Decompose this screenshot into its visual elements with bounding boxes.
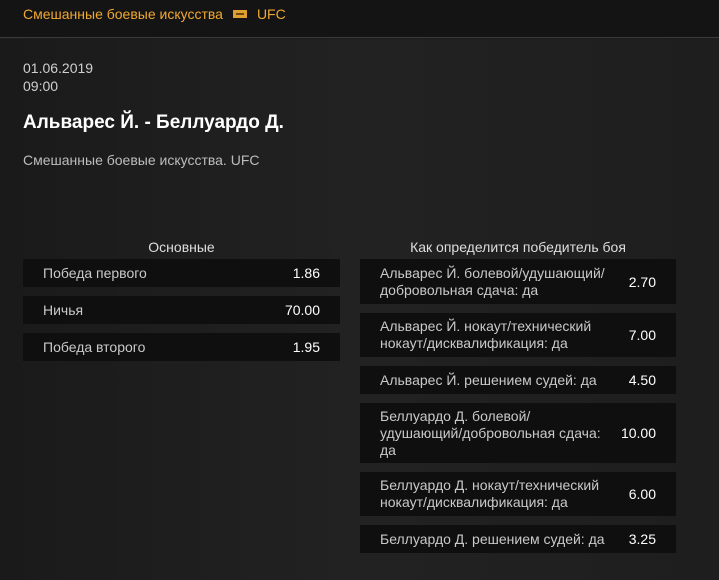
- odds-row[interactable]: Победа второго 1.95: [23, 333, 340, 361]
- odds-value: 1.95: [292, 339, 320, 355]
- market-main: Основные Победа первого 1.86 Ничья 70.00…: [23, 239, 340, 370]
- odds-row[interactable]: Беллуардо Д. решением судей: да 3.25: [360, 525, 676, 553]
- outcome-label: Беллуардо Д. болевой/ удушающий/добровол…: [380, 407, 601, 458]
- odds-value: 6.00: [628, 486, 656, 502]
- odds-value: 70.00: [284, 302, 320, 318]
- odds-row[interactable]: Альварес Й. болевой/удушающий/ доброволь…: [360, 259, 676, 304]
- odds-row[interactable]: Альварес Й. нокаут/технический нокаут/ди…: [360, 313, 676, 357]
- event-subtitle: Смешанные боевые искусства. UFC: [23, 152, 260, 168]
- breadcrumb-sport[interactable]: Смешанные боевые искусства: [23, 6, 223, 22]
- outcome-label: Ничья: [43, 301, 84, 318]
- odds-value: 2.70: [628, 273, 656, 290]
- outcome-label: Беллуардо Д. нокаут/технический нокаут/д…: [380, 477, 600, 510]
- event-date: 01.06.2019: [23, 60, 94, 76]
- market-title: Как определится победитель боя: [410, 239, 626, 255]
- odds-value: 10.00: [620, 425, 656, 441]
- odds-row[interactable]: Альварес Й. решением судей: да 4.50: [360, 366, 676, 394]
- event-title: Альварес Й. - Беллуардо Д.: [23, 112, 284, 133]
- market-title: Основные: [148, 239, 215, 255]
- odds-row[interactable]: Беллуардо Д. болевой/ удушающий/добровол…: [360, 403, 676, 463]
- outcome-label: Альварес Й. нокаут/технический нокаут/ди…: [380, 318, 592, 351]
- event-panel: 01.06.2019 09:00 Альварес Й. - Беллуардо…: [0, 39, 719, 580]
- odds-value: 3.25: [628, 531, 656, 547]
- event-datetime: 01.06.2019 09:00: [23, 59, 93, 95]
- odds-row[interactable]: Ничья 70.00: [23, 296, 340, 324]
- market-method-of-victory: Как определится победитель боя Альварес …: [360, 239, 676, 562]
- odds-value: 1.86: [292, 265, 320, 281]
- outcome-label: Победа второго: [43, 338, 146, 355]
- breadcrumb-league[interactable]: UFC: [257, 6, 286, 22]
- odds-row[interactable]: Победа первого 1.86: [23, 259, 340, 287]
- event-time: 09:00: [23, 78, 59, 94]
- odds-value: 7.00: [628, 327, 656, 343]
- top-bar: Смешанные боевые искусства UFC: [0, 0, 719, 38]
- mma-flag-icon: [232, 10, 247, 18]
- odds-value: 4.50: [628, 372, 656, 388]
- breadcrumb: Смешанные боевые искусства UFC: [23, 6, 286, 22]
- outcome-label: Победа первого: [43, 264, 147, 281]
- outcome-label: Альварес Й. решением судей: да: [380, 371, 597, 388]
- outcome-label: Альварес Й. болевой/удушающий/ доброволь…: [380, 264, 605, 298]
- odds-row[interactable]: Беллуардо Д. нокаут/технический нокаут/д…: [360, 472, 676, 516]
- outcome-label: Беллуардо Д. решением судей: да: [380, 530, 605, 547]
